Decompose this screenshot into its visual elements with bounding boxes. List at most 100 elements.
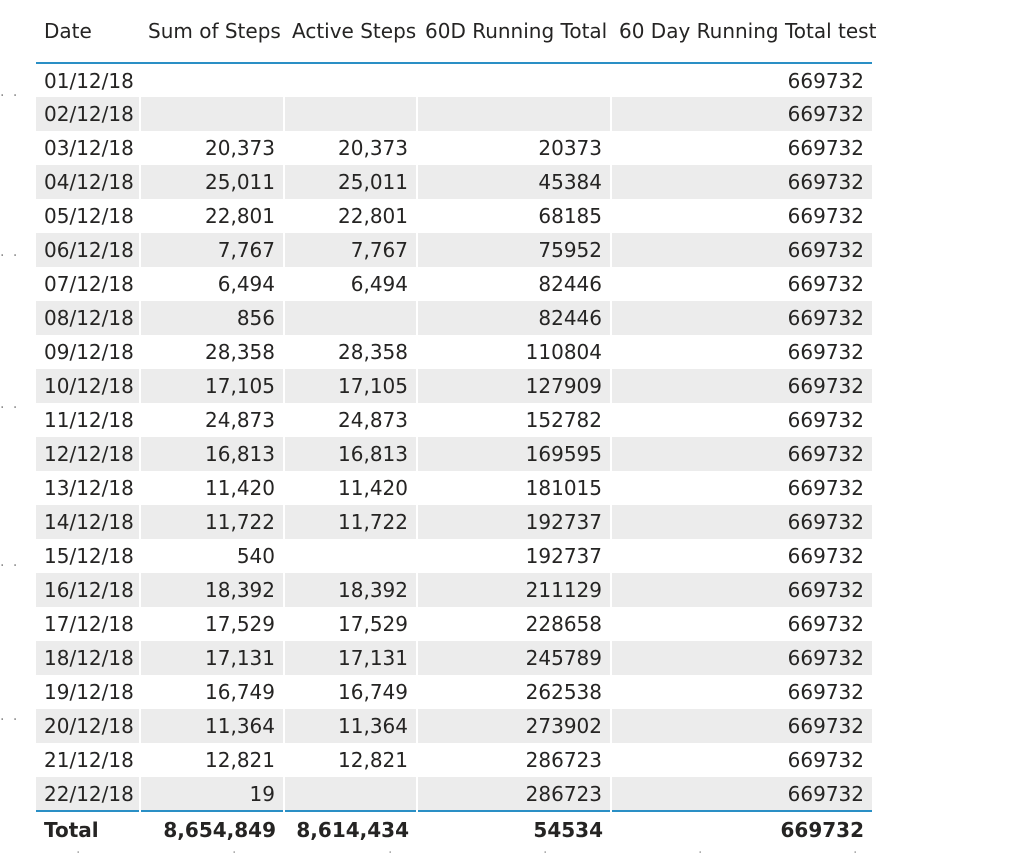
- table-row: 04/12/18 25,011 25,011 45384 669732: [36, 165, 872, 199]
- cell-60-day-running-total-test: 669732: [610, 675, 872, 709]
- table-row: 14/12/18 11,722 11,722 192737 669732: [36, 505, 872, 539]
- resize-handle-bottom[interactable]: ·: [853, 845, 857, 861]
- cell-active-steps: 11,722: [283, 505, 417, 539]
- cell-sum-of-steps: 11,364: [139, 709, 284, 743]
- cell-sum-of-steps: 17,529: [139, 607, 284, 641]
- resize-handle-left[interactable]: · ·: [0, 558, 19, 574]
- cell-date: 05/12/18: [44, 204, 134, 228]
- table-row: 22/12/18 19 286723 669732: [36, 777, 872, 811]
- total-sum-of-steps: 8,654,849: [140, 810, 284, 848]
- cell-sum-of-steps: 11,420: [139, 471, 284, 505]
- table-row: 08/12/18 856 82446 669732: [36, 301, 872, 335]
- cell-sum-of-steps: 25,011: [139, 165, 284, 199]
- table-row: 17/12/18 17,529 17,529 228658 669732: [36, 607, 872, 641]
- cell-sum-of-steps: 19: [139, 777, 284, 811]
- cell-sum-of-steps: 20,373: [139, 131, 284, 165]
- cell-active-steps: 24,873: [283, 403, 417, 437]
- table-row: 03/12/18 20,373 20,373 20373 669732: [36, 131, 872, 165]
- column-header-60d-running-total[interactable]: 60D Running Total: [417, 0, 611, 64]
- table-row: 18/12/18 17,131 17,131 245789 669732: [36, 641, 872, 675]
- total-row: Total 8,654,849 8,614,434 54534 669732: [36, 810, 872, 848]
- total-label: Total: [36, 810, 140, 848]
- cell-date: 04/12/18: [36, 165, 140, 199]
- cell-60-day-running-total-test: 669732: [610, 505, 872, 539]
- cell-date: 16/12/18: [36, 573, 140, 607]
- total-active-steps: 8,614,434: [284, 810, 417, 848]
- cell-active-steps: 7,767: [283, 233, 417, 267]
- cell-sum-of-steps: 17,131: [139, 641, 284, 675]
- cell-60-day-running-total-test: 669732: [610, 301, 872, 335]
- cell-active-steps: [283, 63, 417, 97]
- cell-60-day-running-total-test: 669732: [610, 199, 872, 233]
- cell-date: 07/12/18: [44, 272, 134, 296]
- cell-60-day-running-total-test: 669732: [610, 641, 872, 675]
- cell-60d-running-total: [416, 63, 611, 97]
- cell-60d-running-total: 152782: [416, 403, 611, 437]
- cell-sum-of-steps: 28,358: [139, 335, 284, 369]
- cell-sum-of-steps: 18,392: [139, 573, 284, 607]
- cell-active-steps: 25,011: [283, 165, 417, 199]
- table-header: Date Sum of Steps Active Steps 60D Runni…: [36, 0, 876, 64]
- cell-60-day-running-total-test: 669732: [610, 709, 872, 743]
- table-row: 07/12/18 6,494 6,494 82446 669732: [36, 267, 872, 301]
- cell-sum-of-steps: 22,801: [139, 199, 284, 233]
- cell-60d-running-total: 82446: [416, 301, 611, 335]
- cell-date: 01/12/18: [44, 68, 134, 93]
- cell-date: 10/12/18: [36, 369, 140, 403]
- resize-handle-bottom[interactable]: ·: [543, 845, 547, 861]
- table-row: 13/12/18 11,420 11,420 181015 669732: [36, 471, 872, 505]
- cell-60-day-running-total-test: 669732: [610, 165, 872, 199]
- cell-60-day-running-total-test: 669732: [610, 539, 872, 573]
- resize-handle-left[interactable]: · ·: [0, 400, 19, 416]
- table-row: 01/12/18 669732: [36, 63, 872, 97]
- resize-handle-bottom[interactable]: ·: [388, 845, 392, 861]
- cell-date: 14/12/18: [36, 505, 140, 539]
- cell-sum-of-steps: [139, 97, 284, 131]
- resize-handle-left[interactable]: · ·: [0, 248, 19, 264]
- cell-60-day-running-total-test: 669732: [610, 97, 872, 131]
- cell-active-steps: 17,105: [283, 369, 417, 403]
- cell-60-day-running-total-test: 669732: [610, 607, 872, 641]
- column-header-sum-of-steps[interactable]: Sum of Steps: [140, 0, 284, 64]
- table-row: 06/12/18 7,767 7,767 75952 669732: [36, 233, 872, 267]
- cell-60-day-running-total-test: 669732: [610, 63, 872, 97]
- cell-60d-running-total: 169595: [416, 437, 611, 471]
- cell-60d-running-total: 228658: [416, 607, 611, 641]
- cell-60d-running-total: 211129: [416, 573, 611, 607]
- column-header-date[interactable]: Date: [36, 0, 140, 64]
- cell-active-steps: [283, 777, 417, 811]
- cell-date: 09/12/18: [44, 340, 134, 364]
- resize-handle-bottom[interactable]: ·: [76, 845, 80, 861]
- cell-date: 19/12/18: [44, 680, 134, 704]
- cell-sum-of-steps: 24,873: [139, 403, 284, 437]
- cell-active-steps: 28,358: [283, 335, 417, 369]
- cell-sum-of-steps: 7,767: [139, 233, 284, 267]
- cell-60d-running-total: 45384: [416, 165, 611, 199]
- cell-sum-of-steps: 16,749: [139, 675, 284, 709]
- resize-handle-bottom[interactable]: ·: [232, 845, 236, 861]
- resize-handle-left[interactable]: · ·: [0, 712, 19, 728]
- column-header-60-day-running-total-test[interactable]: 60 Day Running Total test: [611, 0, 876, 64]
- cell-date: 21/12/18: [44, 748, 134, 772]
- cell-60d-running-total: 192737: [416, 505, 611, 539]
- cell-active-steps: [283, 539, 417, 573]
- cell-60-day-running-total-test: 669732: [610, 777, 872, 811]
- cell-date: 13/12/18: [44, 476, 134, 500]
- cell-60d-running-total: 286723: [416, 743, 611, 777]
- cell-sum-of-steps: 17,105: [139, 369, 284, 403]
- cell-60d-running-total: 192737: [416, 539, 611, 573]
- table-row: 02/12/18 669732: [36, 97, 872, 131]
- cell-60-day-running-total-test: 669732: [610, 573, 872, 607]
- cell-date: 17/12/18: [44, 612, 134, 636]
- data-table: Date Sum of Steps Active Steps 60D Runni…: [36, 0, 876, 848]
- resize-handle-bottom[interactable]: ·: [698, 845, 702, 861]
- cell-sum-of-steps: 11,722: [139, 505, 284, 539]
- cell-date: 03/12/18: [44, 136, 134, 160]
- cell-date: 12/12/18: [36, 437, 140, 471]
- column-header-active-steps[interactable]: Active Steps: [284, 0, 417, 64]
- cell-60d-running-total: 127909: [416, 369, 611, 403]
- resize-handle-left[interactable]: · ·: [0, 88, 19, 104]
- cell-60-day-running-total-test: 669732: [610, 131, 872, 165]
- cell-date: 15/12/18: [44, 544, 134, 568]
- cell-60-day-running-total-test: 669732: [610, 369, 872, 403]
